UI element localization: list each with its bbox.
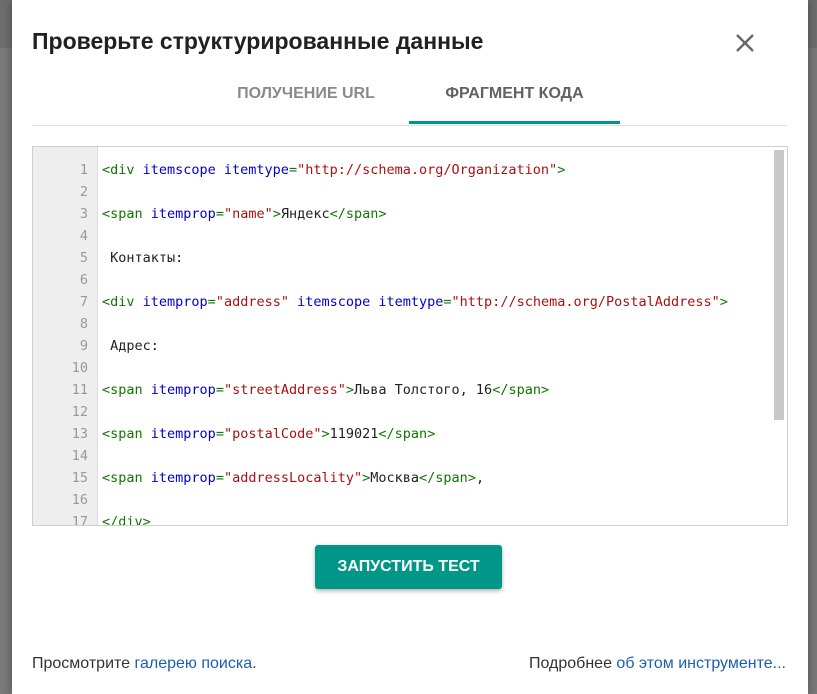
editor-scrollbar[interactable]	[774, 150, 784, 420]
code-token: itemprop	[150, 426, 216, 442]
footer-left-suffix: .	[252, 655, 257, 672]
code-token: <span	[102, 206, 151, 222]
code-token: >	[272, 206, 281, 222]
close-icon	[736, 34, 754, 52]
structured-data-dialog: Проверьте структурированные данные ПОЛУЧ…	[12, 0, 808, 694]
line-number: 11	[71, 382, 88, 398]
line-number: 14	[71, 448, 88, 464]
code-line: <span itemprop="name">Яндекс</span>	[102, 203, 773, 225]
line-number: 1	[79, 162, 88, 178]
line-number: 3	[79, 206, 88, 222]
code-token: <span	[102, 426, 151, 442]
dialog-title: Проверьте структурированные данные	[32, 28, 484, 54]
code-token: "address"	[215, 294, 289, 310]
code-token: >	[719, 294, 728, 310]
code-token: 119021	[329, 426, 379, 442]
code-token: <span	[102, 470, 151, 486]
code-token: itemprop	[150, 206, 216, 222]
code-token: "http://schema.org/Organization"	[297, 162, 558, 178]
line-number: 8	[79, 316, 88, 332]
code-line: Контакты:	[102, 247, 773, 269]
code-token: itemprop	[150, 470, 216, 486]
code-token: Контакты:	[102, 250, 184, 266]
code-token: ,	[475, 470, 485, 486]
code-line: <span itemprop="postalCode">119021</span…	[102, 423, 773, 445]
footer-left-text: Просмотрите	[32, 655, 135, 672]
code-token: =	[215, 470, 224, 486]
footer-learn-more-text: Подробнее об этом инструменте...	[529, 655, 786, 673]
code-token: </span>	[419, 470, 476, 486]
line-number: 10	[71, 360, 88, 376]
code-token: =	[215, 206, 224, 222]
footer-right-text: Подробнее	[529, 655, 617, 672]
tab-fetch-url[interactable]: ПОЛУЧЕНИЕ URL	[206, 70, 406, 124]
code-token: =	[288, 162, 298, 178]
line-number: 9	[79, 338, 88, 354]
about-tool-link[interactable]: об этом инструменте...	[616, 655, 786, 672]
code-editor[interactable]: 1 2 3 4 5 6 7 8 9 10 11 12 13 14 15 16 17 <div itemscope…	[32, 146, 788, 526]
line-number: 13	[71, 426, 88, 442]
code-line: <span itemprop="addressLocality">Москва<…	[102, 467, 773, 489]
line-number: 4	[79, 228, 88, 244]
code-token: itemscope itemtype	[142, 162, 289, 178]
line-number-gutter: 1 2 3 4 5 6 7 8 9 10 11 12 13 14 15 16 17	[33, 147, 98, 525]
code-token: </div>	[102, 514, 151, 526]
code-token: itemprop	[142, 294, 208, 310]
footer-gallery-text: Просмотрите галерею поиска.	[32, 655, 257, 673]
code-token: Льва Толстого, 16	[354, 382, 493, 398]
code-token: itemscope itemtype	[288, 294, 444, 310]
code-token: Яндекс	[280, 206, 330, 222]
code-line: <div itemscope itemtype="http://schema.o…	[102, 159, 773, 181]
search-gallery-link[interactable]: галерею поиска	[135, 655, 253, 672]
code-token: itemprop	[150, 382, 216, 398]
run-test-button[interactable]: ЗАПУСТИТЬ ТЕСТ	[315, 545, 502, 589]
close-button[interactable]	[734, 32, 756, 54]
line-number: 5	[79, 250, 88, 266]
code-token: =	[215, 426, 224, 442]
code-line: </div>	[102, 511, 773, 526]
tab-code-snippet[interactable]: ФРАГМЕНТ КОДА	[409, 70, 620, 124]
code-token: >	[345, 382, 355, 398]
code-line: <div itemprop="address" itemscope itemty…	[102, 291, 773, 313]
code-token: "http://schema.org/PostalAddress"	[451, 294, 720, 310]
line-number: 12	[71, 404, 88, 420]
code-token: "name"	[223, 206, 273, 222]
code-token: "addressLocality"	[223, 470, 363, 486]
code-token: </span>	[329, 206, 387, 222]
code-token: =	[207, 294, 216, 310]
code-token: </span>	[492, 382, 550, 398]
code-token: =	[215, 382, 224, 398]
code-token: <span	[102, 382, 151, 398]
line-number: 16	[71, 492, 88, 508]
code-token: =	[443, 294, 452, 310]
line-number: 15	[71, 470, 88, 486]
code-content[interactable]: <div itemscope itemtype="http://schema.o…	[102, 159, 773, 526]
line-number: 17	[71, 514, 88, 526]
code-line: Адрес:	[102, 335, 773, 357]
code-token: Адрес:	[102, 338, 159, 354]
code-token: </span>	[378, 426, 436, 442]
code-token: >	[321, 426, 330, 442]
code-token: "postalCode"	[223, 426, 322, 442]
code-token: >	[557, 162, 566, 178]
code-token: "streetAddress"	[223, 382, 346, 398]
code-line: <span itemprop="streetAddress">Льва Толс…	[102, 379, 773, 401]
code-token: Москва	[370, 470, 420, 486]
code-token: <div	[102, 294, 143, 310]
line-number: 2	[79, 184, 88, 200]
tab-bar: ПОЛУЧЕНИЕ URL ФРАГМЕНТ КОДА	[32, 70, 787, 126]
line-number: 7	[79, 294, 88, 310]
line-number: 6	[79, 272, 88, 288]
code-token: <div	[102, 162, 143, 178]
